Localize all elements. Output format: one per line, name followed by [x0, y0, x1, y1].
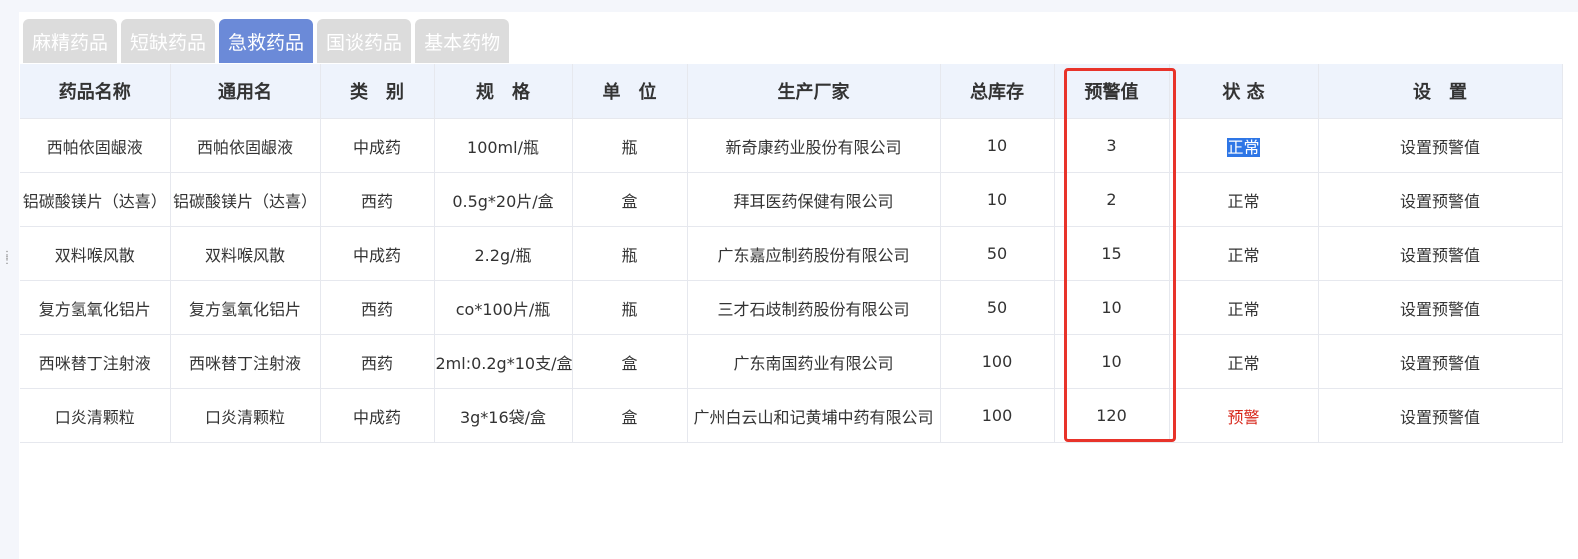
column-header: 设 置 [1318, 64, 1563, 119]
column-header: 生产厂家 [687, 64, 941, 119]
drug-name-cell: 西咪替丁注射液 [20, 334, 171, 389]
manufacturer-cell: 新奇康药业股份有限公司 [687, 118, 941, 173]
category-cell: 西药 [320, 172, 435, 227]
spec-cell: co*100片/瓶 [434, 280, 573, 335]
status-text-selected: 正常 [1227, 137, 1260, 157]
generic-name-cell: 双料喉风散 [170, 226, 321, 281]
drug-name-cell: 西帕依固龈液 [20, 118, 171, 173]
manufacturer-cell: 三才石歧制药股份有限公司 [687, 280, 941, 335]
column-header: 单 位 [572, 64, 688, 119]
tab-negotiated-drugs[interactable]: 国谈药品 [317, 19, 412, 63]
unit-cell: 瓶 [572, 118, 688, 173]
status-cell: 正常 [1169, 334, 1319, 389]
status-cell: 正常 [1169, 280, 1319, 335]
warning-value-cell: 3 [1054, 118, 1170, 173]
set-warning-value-link[interactable]: 设置预警值 [1318, 226, 1563, 281]
unit-cell: 瓶 [572, 280, 688, 335]
generic-name-cell: 西帕依固龈液 [170, 118, 321, 173]
category-cell: 中成药 [320, 226, 435, 281]
status-cell: 正常 [1169, 118, 1319, 173]
table-row: 西帕依固龈液 西帕依固龈液 中成药 100ml/瓶 瓶 新奇康药业股份有限公司 … [20, 118, 1563, 173]
warning-value-cell: 15 [1054, 226, 1170, 281]
set-warning-value-link[interactable]: 设置预警值 [1318, 388, 1563, 443]
column-header: 总库存 [940, 64, 1055, 119]
warning-value-cell: 120 [1054, 388, 1170, 443]
generic-name-cell: 铝碳酸镁片（达喜） [170, 172, 321, 227]
table-row: 西咪替丁注射液 西咪替丁注射液 西药 2ml:0.2g*10支/盒 盒 广东南国… [20, 334, 1563, 389]
set-warning-value-link[interactable]: 设置预警值 [1318, 334, 1563, 389]
drug-name-cell: 口炎清颗粒 [20, 388, 171, 443]
unit-cell: 盒 [572, 172, 688, 227]
unit-cell: 盒 [572, 334, 688, 389]
spec-cell: 2.2g/瓶 [434, 226, 573, 281]
table-row: 铝碳酸镁片（达喜） 铝碳酸镁片（达喜） 西药 0.5g*20片/盒 盒 拜耳医药… [20, 172, 1563, 227]
page: ⋮ ⋮ 麻精药品 短缺药品 急救药品 国谈药品 基本药物 药品名称 通用名 类 别… [0, 0, 1578, 559]
category-cell: 西药 [320, 334, 435, 389]
drug-name-cell: 双料喉风散 [20, 226, 171, 281]
status-cell-warning: 预警 [1169, 388, 1319, 443]
tab-emergency-drugs[interactable]: 急救药品 [219, 19, 314, 63]
drug-table: 药品名称 通用名 类 别 规 格 单 位 生产厂家 总库存 预警值 状 态 设 … [20, 64, 1563, 443]
set-warning-value-link[interactable]: 设置预警值 [1318, 280, 1563, 335]
column-header: 通用名 [170, 64, 321, 119]
table-row: 复方氢氧化铝片 复方氢氧化铝片 西药 co*100片/瓶 瓶 三才石歧制药股份有… [20, 280, 1563, 335]
warning-value-cell: 10 [1054, 334, 1170, 389]
column-header: 类 别 [320, 64, 435, 119]
total-stock-cell: 10 [940, 172, 1055, 227]
category-cell: 中成药 [320, 388, 435, 443]
table-row: 双料喉风散 双料喉风散 中成药 2.2g/瓶 瓶 广东嘉应制药股份有限公司 50… [20, 226, 1563, 281]
manufacturer-cell: 广东嘉应制药股份有限公司 [687, 226, 941, 281]
warning-value-cell: 2 [1054, 172, 1170, 227]
total-stock-cell: 100 [940, 388, 1055, 443]
column-header: 状 态 [1169, 64, 1319, 119]
manufacturer-cell: 广州白云山和记黄埔中药有限公司 [687, 388, 941, 443]
generic-name-cell: 口炎清颗粒 [170, 388, 321, 443]
tab-essential-drugs[interactable]: 基本药物 [415, 19, 510, 63]
unit-cell: 瓶 [572, 226, 688, 281]
category-cell: 中成药 [320, 118, 435, 173]
manufacturer-cell: 拜耳医药保健有限公司 [687, 172, 941, 227]
tab-narcotic-drugs[interactable]: 麻精药品 [23, 19, 118, 63]
total-stock-cell: 100 [940, 334, 1055, 389]
status-cell: 正常 [1169, 226, 1319, 281]
column-header: 药品名称 [20, 64, 171, 119]
spec-cell: 3g*16袋/盒 [434, 388, 573, 443]
generic-name-cell: 西咪替丁注射液 [170, 334, 321, 389]
set-warning-value-link[interactable]: 设置预警值 [1318, 118, 1563, 173]
manufacturer-cell: 广东南国药业有限公司 [687, 334, 941, 389]
column-header: 规 格 [434, 64, 573, 119]
status-cell: 正常 [1169, 172, 1319, 227]
warning-value-cell: 10 [1054, 280, 1170, 335]
table-header-row: 药品名称 通用名 类 别 规 格 单 位 生产厂家 总库存 预警值 状 态 设 … [20, 64, 1563, 119]
total-stock-cell: 50 [940, 226, 1055, 281]
tab-shortage-drugs[interactable]: 短缺药品 [121, 19, 216, 63]
column-header: 预警值 [1054, 64, 1170, 119]
table-row: 口炎清颗粒 口炎清颗粒 中成药 3g*16袋/盒 盒 广州白云山和记黄埔中药有限… [20, 388, 1563, 443]
unit-cell: 盒 [572, 388, 688, 443]
category-cell: 西药 [320, 280, 435, 335]
spec-cell: 0.5g*20片/盒 [434, 172, 573, 227]
drug-name-cell: 铝碳酸镁片（达喜） [20, 172, 171, 227]
spec-cell: 100ml/瓶 [434, 118, 573, 173]
total-stock-cell: 50 [940, 280, 1055, 335]
generic-name-cell: 复方氢氧化铝片 [170, 280, 321, 335]
drug-name-cell: 复方氢氧化铝片 [20, 280, 171, 335]
set-warning-value-link[interactable]: 设置预警值 [1318, 172, 1563, 227]
total-stock-cell: 10 [940, 118, 1055, 173]
tab-bar: 麻精药品 短缺药品 急救药品 国谈药品 基本药物 [23, 19, 510, 63]
drag-handle-icon[interactable]: ⋮ ⋮ [2, 251, 12, 269]
spec-cell: 2ml:0.2g*10支/盒 [434, 334, 573, 389]
